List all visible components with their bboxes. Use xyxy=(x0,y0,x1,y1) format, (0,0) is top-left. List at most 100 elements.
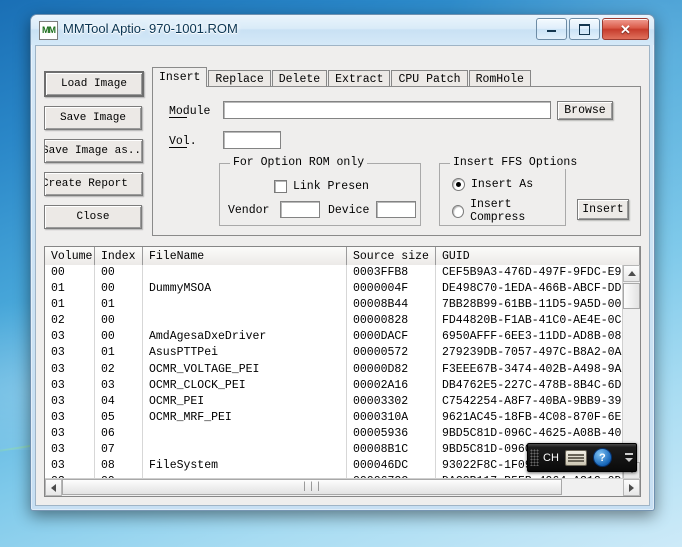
column-header-guid[interactable]: GUID xyxy=(436,247,640,265)
insert-button[interactable]: Insert xyxy=(577,199,629,220)
cell-index: 02 xyxy=(95,361,143,378)
maximize-button[interactable] xyxy=(569,18,600,40)
title-bar: MM MMTool Aptio- 970-1001.ROM ✕ xyxy=(31,15,654,45)
table-row[interactable]: 00 00 0003FFB8 CEF5B9A3-476D-497F-9FDC-E981… xyxy=(45,265,623,282)
table-row[interactable]: 01 01 00008B44 7BB28B99-61BB-11D5-9A5D-0090… xyxy=(45,297,623,314)
cell-source-size: 00008B1C xyxy=(347,442,436,459)
close-app-button[interactable]: Close xyxy=(44,205,142,229)
cell-filename: OCMR_MRF_PEI xyxy=(143,409,347,426)
cell-source-size: 0000310A xyxy=(347,409,436,426)
column-header-index[interactable]: Index xyxy=(95,247,143,265)
ime-expand-icon[interactable] xyxy=(625,458,633,462)
insert-ffs-options-group: Insert FFS Options Insert As Insert Comp… xyxy=(439,156,581,226)
cell-source-size: 0000DACF xyxy=(347,329,436,346)
horizontal-scroll-thumb[interactable]: ||| xyxy=(62,479,562,495)
cell-index: 00 xyxy=(95,265,143,282)
cell-index: 05 xyxy=(95,409,143,426)
help-icon[interactable]: ? xyxy=(592,448,612,467)
ime-minimize-icon[interactable] xyxy=(625,453,633,455)
column-header-volume[interactable]: Volume xyxy=(45,247,95,265)
cell-volume: 03 xyxy=(45,393,95,410)
list-header: Volume Index FileName Source size GUID xyxy=(45,247,640,266)
vendor-input[interactable] xyxy=(280,201,320,218)
cell-filename xyxy=(143,313,347,330)
horizontal-scrollbar[interactable]: ||| xyxy=(45,478,640,496)
table-row[interactable]: 03 05 OCMR_MRF_PEI 0000310A 9621AC45-18FB-4C… xyxy=(45,409,623,426)
keyboard-icon[interactable] xyxy=(564,449,587,466)
radio-selected-icon xyxy=(452,178,465,191)
cell-volume: 03 xyxy=(45,377,95,394)
insert-ffs-group-title: Insert FFS Options xyxy=(450,156,581,169)
ime-language-label[interactable]: CH xyxy=(543,452,559,464)
cell-index: 00 xyxy=(95,281,143,298)
cell-volume: 03 xyxy=(45,361,95,378)
table-row[interactable]: 03 04 OCMR_PEI 00003302 C7542254-A8F7-40BA-9… xyxy=(45,393,623,410)
cell-index: 04 xyxy=(95,393,143,410)
cell-volume: 03 xyxy=(45,458,95,475)
ime-window-controls[interactable] xyxy=(625,453,633,462)
cell-filename: AmdAgesaDxeDriver xyxy=(143,329,347,346)
cell-guid: DE498C70-1EDA-466B-ABCF-DD3AB xyxy=(442,282,623,296)
cell-guid: 7BB28B99-61BB-11D5-9A5D-00902 xyxy=(442,298,623,312)
device-input[interactable] xyxy=(376,201,416,218)
scroll-up-button[interactable] xyxy=(623,265,640,282)
table-row[interactable]: 03 06 00005936 9BD5C81D-096C-4625-A08B-405F… xyxy=(45,425,623,443)
minimize-button[interactable] xyxy=(536,18,567,40)
cell-index: 00 xyxy=(95,313,143,330)
table-row[interactable]: 03 03 OCMR_CLOCK_PEI 00002A16 DB4762E5-227C-… xyxy=(45,377,623,394)
window-controls: ✕ xyxy=(536,18,649,40)
scroll-right-button[interactable] xyxy=(623,479,640,496)
save-image-button[interactable]: Save Image xyxy=(44,106,142,130)
column-header-filename[interactable]: FileName xyxy=(143,247,347,265)
cell-filename xyxy=(143,265,347,282)
table-row[interactable]: 03 00 AmdAgesaDxeDriver 0000DACF 6950AFFF-6E… xyxy=(45,329,623,346)
cell-index: 07 xyxy=(95,442,143,459)
cell-source-size: 0003FFB8 xyxy=(347,265,436,282)
vol-input[interactable] xyxy=(223,131,281,149)
option-rom-group: For Option ROM only Link Presen Vendor D… xyxy=(219,156,421,226)
scroll-left-button[interactable] xyxy=(45,479,62,496)
cell-guid: F3EEE67B-3474-402B-A498-9A771 xyxy=(442,362,623,376)
table-row[interactable]: 02 00 00000828 FD44820B-F1AB-41C0-AE4E-0C55… xyxy=(45,313,623,330)
ime-drag-handle[interactable] xyxy=(530,449,539,466)
device-label: Device xyxy=(328,204,370,217)
browse-button[interactable]: Browse xyxy=(557,101,613,120)
cell-guid: 9621AC45-18FB-4C08-870F-6E60A xyxy=(442,410,623,424)
cell-source-size: 000046DC xyxy=(347,458,436,475)
mmtool-icon: MM xyxy=(39,21,58,40)
ime-language-bar[interactable]: CH ? xyxy=(527,443,637,472)
cell-source-size: 00002A16 xyxy=(347,377,436,394)
save-image-as-button[interactable]: Save Image as.. xyxy=(44,139,143,163)
table-row[interactable]: 03 02 OCMR_VOLTAGE_PEI 00000D82 F3EEE67B-347… xyxy=(45,361,623,378)
link-present-label: Link Presen xyxy=(293,180,369,193)
cell-volume: 01 xyxy=(45,281,95,298)
cell-guid: 279239DB-7057-497C-B8A2-0A795 xyxy=(442,346,623,360)
column-header-source-size[interactable]: Source size xyxy=(347,247,436,265)
cell-filename: OCMR_PEI xyxy=(143,393,347,410)
tab-insert[interactable]: Insert xyxy=(152,67,208,87)
vertical-scroll-thumb[interactable] xyxy=(623,283,640,309)
cell-filename: AsusPTTPei xyxy=(143,345,347,362)
side-button-panel: Load Image Save Image Save Image as.. Cr… xyxy=(44,71,144,238)
load-image-button[interactable]: Load Image xyxy=(44,71,144,97)
radio-insert-as-label: Insert As xyxy=(471,178,534,191)
vendor-label: Vendor xyxy=(228,204,270,217)
tab-control: Insert Replace Delete Extract CPU Patch … xyxy=(152,67,641,236)
cell-volume: 03 xyxy=(45,329,95,346)
vol-label: Vol. xyxy=(169,135,197,148)
cell-index: 08 xyxy=(95,458,143,475)
cell-guid: C7542254-A8F7-40BA-9BB9-390D3 xyxy=(442,394,623,408)
cell-source-size: 00000828 xyxy=(347,313,436,330)
cell-filename: FileSystem xyxy=(143,458,347,475)
table-row[interactable]: 01 00 DummyMSOA 0000004F DE498C70-1EDA-466B-… xyxy=(45,281,623,298)
cell-guid: 9BD5C81D-096C-4625-A08B-405F7 xyxy=(442,426,623,440)
link-present-checkbox[interactable]: Link Presen xyxy=(274,180,369,193)
module-input[interactable] xyxy=(223,101,551,119)
table-row[interactable]: 03 01 AsusPTTPei 00000572 279239DB-7057-497C… xyxy=(45,345,623,362)
cell-index: 01 xyxy=(95,297,143,314)
create-report-button[interactable]: Create Report xyxy=(44,172,143,196)
cell-volume: 00 xyxy=(45,265,95,282)
radio-insert-compress[interactable]: Insert Compress xyxy=(452,198,565,224)
close-button[interactable]: ✕ xyxy=(602,18,649,40)
radio-insert-as[interactable]: Insert As xyxy=(452,178,533,191)
